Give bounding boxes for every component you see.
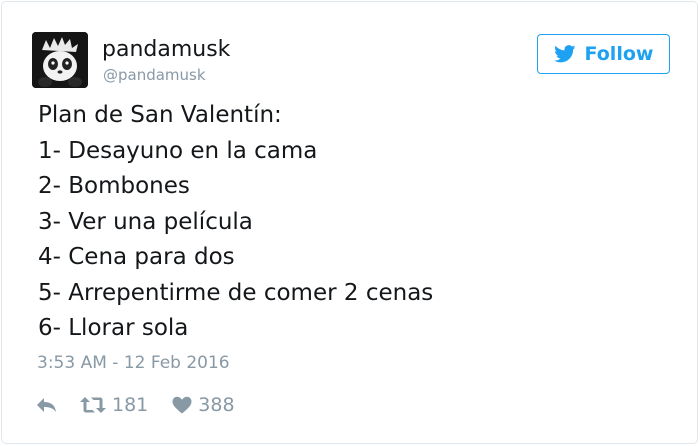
user-handle[interactable]: @pandamusk bbox=[103, 66, 206, 84]
tweet-line: 6- Llorar sola bbox=[38, 315, 189, 341]
tweet-line: 5- Arrepentirme de comer 2 cenas bbox=[38, 279, 434, 306]
tweet-line: 4- Cena para dos bbox=[38, 244, 235, 270]
tweet-line: 1- Desayuno en la cama bbox=[38, 137, 318, 164]
retweet-button[interactable]: 181 bbox=[80, 394, 148, 416]
reply-icon bbox=[37, 398, 56, 412]
panda-avatar-icon bbox=[32, 32, 88, 88]
tweet-card: pandamusk @pandamusk Follow Plan de San … bbox=[1, 1, 698, 444]
retweet-icon bbox=[80, 397, 106, 413]
display-name[interactable]: pandamusk bbox=[102, 38, 230, 62]
like-count: 388 bbox=[198, 394, 235, 416]
like-button[interactable]: 388 bbox=[172, 394, 235, 416]
tweet-line: 2- Bombones bbox=[38, 173, 190, 199]
tweet-line: Plan de San Valentín: bbox=[38, 102, 282, 128]
follow-button-label: Follow bbox=[584, 43, 654, 65]
tweet-timestamp[interactable]: 3:53 AM - 12 Feb 2016 bbox=[37, 352, 230, 374]
heart-icon bbox=[172, 396, 192, 414]
tweet-line: 3- Ver una película bbox=[38, 208, 253, 235]
follow-button[interactable]: Follow bbox=[537, 34, 670, 74]
retweet-count: 181 bbox=[112, 394, 149, 416]
reply-button[interactable] bbox=[36, 397, 58, 413]
twitter-bird-icon bbox=[553, 45, 575, 63]
tweet-actions: 181 388 bbox=[36, 391, 235, 419]
tweet-text: Plan de San Valentín: 1- Desayuno en la … bbox=[38, 98, 678, 347]
avatar[interactable] bbox=[32, 32, 88, 88]
